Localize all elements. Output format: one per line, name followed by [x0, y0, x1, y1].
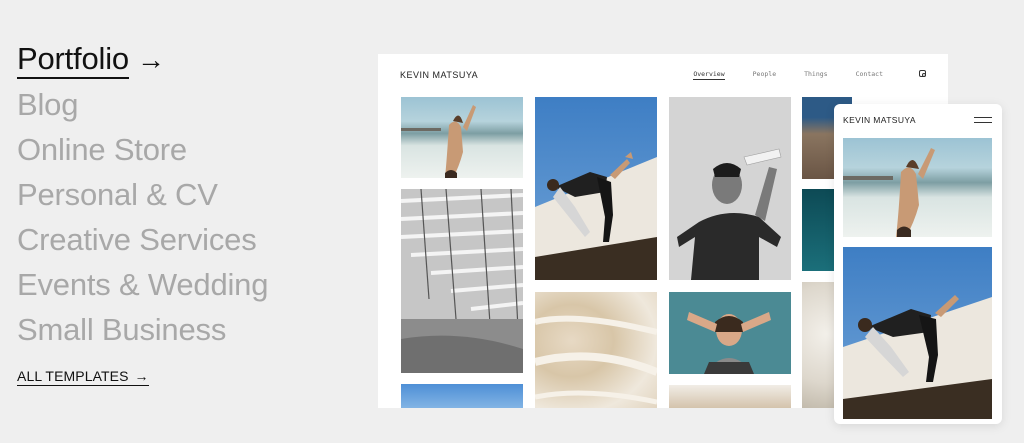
category-blog[interactable]: Blog	[17, 82, 268, 127]
photo-salt-texture	[535, 292, 657, 408]
all-templates-link[interactable]: ALL TEMPLATES →	[17, 368, 149, 386]
photo-man-drinking	[669, 97, 791, 280]
nav-link-people[interactable]: People	[753, 70, 776, 80]
category-label: Portfolio	[17, 41, 129, 79]
photo-sky	[401, 384, 523, 408]
category-label: Online Store	[17, 132, 187, 167]
nav-link-contact[interactable]: Contact	[856, 70, 883, 80]
photo-bleachers	[401, 189, 523, 373]
site-brand: KEVIN MATSUYA	[400, 70, 479, 80]
photo-woman-hands-face	[669, 292, 791, 374]
nav-link-overview[interactable]: Overview	[693, 70, 725, 80]
category-small-business[interactable]: Small Business	[17, 307, 268, 352]
photo-landscape-strip	[669, 385, 791, 408]
category-label: Small Business	[17, 312, 227, 347]
arrow-right-icon: →	[134, 368, 149, 384]
mobile-site-brand: KEVIN MATSUYA	[843, 115, 916, 125]
category-portfolio[interactable]: Portfolio →	[17, 36, 268, 82]
category-list: Portfolio → Blog Online Store Personal & …	[17, 36, 268, 352]
nav-link-things[interactable]: Things	[804, 70, 827, 80]
mobile-photo-beach-woman	[843, 138, 992, 237]
category-events-wedding[interactable]: Events & Wedding	[17, 262, 268, 307]
category-label: Creative Services	[17, 222, 257, 257]
instagram-icon[interactable]	[919, 70, 926, 77]
category-label: Events & Wedding	[17, 267, 269, 302]
photo-man-on-wall	[535, 97, 657, 280]
mobile-photo-man-on-wall	[843, 247, 992, 419]
category-creative-services[interactable]: Creative Services	[17, 217, 268, 262]
category-personal-cv[interactable]: Personal & CV	[17, 172, 268, 217]
photo-beach-woman	[401, 97, 523, 178]
category-label: Personal & CV	[17, 177, 218, 212]
category-online-store[interactable]: Online Store	[17, 127, 268, 172]
site-nav: Overview People Things Contact	[665, 70, 926, 80]
template-browser: Portfolio → Blog Online Store Personal & …	[0, 0, 1024, 443]
arrow-right-icon: →	[136, 44, 165, 75]
category-label: Blog	[17, 87, 79, 122]
mobile-template-preview[interactable]: KEVIN MATSUYA	[834, 104, 1002, 424]
hamburger-menu-icon[interactable]	[974, 117, 992, 127]
all-templates-label: ALL TEMPLATES	[17, 368, 129, 384]
